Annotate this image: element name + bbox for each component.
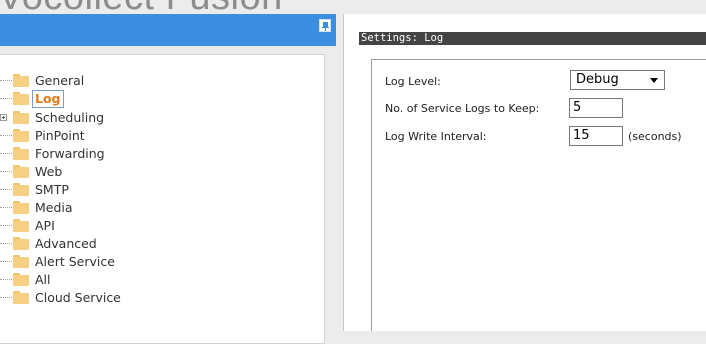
- pin-icon[interactable]: [319, 19, 331, 32]
- folder-icon: [13, 291, 29, 304]
- folder-icon: [13, 129, 29, 142]
- tree-item-smtp[interactable]: SMTP: [0, 181, 320, 199]
- folder-icon: [13, 92, 29, 105]
- folder-icon: [13, 273, 29, 286]
- settings-tree-pane: General Log Scheduling PinPoint Forwardi…: [0, 14, 336, 344]
- tree-item-label: Advanced: [35, 236, 97, 251]
- folder-icon: [13, 183, 29, 196]
- tree-item-all[interactable]: All: [0, 271, 320, 289]
- folder-icon: [13, 255, 29, 268]
- expand-plus-icon[interactable]: [0, 114, 7, 121]
- tree-item-alert-service[interactable]: Alert Service: [0, 253, 320, 271]
- folder-icon: [13, 74, 29, 87]
- tree-item-label: Cloud Service: [35, 290, 121, 305]
- settings-tree: General Log Scheduling PinPoint Forwardi…: [0, 54, 325, 344]
- settings-pane: Settings: Log Log Level: Debug No. of Se…: [343, 14, 706, 331]
- logs-to-keep-label: No. of Service Logs to Keep:: [385, 102, 540, 115]
- write-interval-unit: (seconds): [628, 130, 682, 143]
- tree-item-label: PinPoint: [35, 128, 85, 143]
- folder-icon: [13, 201, 29, 214]
- tree-item-label: All: [35, 272, 51, 287]
- folder-icon: [13, 237, 29, 250]
- folder-icon: [13, 165, 29, 178]
- tree-item-label: General: [35, 73, 85, 88]
- tree-item-web[interactable]: Web: [0, 163, 320, 181]
- log-level-select[interactable]: Debug: [570, 70, 665, 90]
- tree-item-label: Web: [35, 164, 63, 179]
- tree-item-label: Alert Service: [35, 254, 115, 269]
- tree-item-scheduling[interactable]: Scheduling: [0, 109, 320, 127]
- tree-item-log[interactable]: Log: [0, 90, 320, 108]
- write-interval-input[interactable]: 15: [569, 126, 623, 146]
- tree-item-label: Log: [32, 90, 64, 108]
- tree-item-cloud-service[interactable]: Cloud Service: [0, 289, 320, 307]
- settings-form: Log Level: Debug No. of Service Logs to …: [371, 59, 706, 331]
- tree-item-pinpoint[interactable]: PinPoint: [0, 127, 320, 145]
- tree-item-advanced[interactable]: Advanced: [0, 235, 320, 253]
- tree-item-label: SMTP: [35, 182, 69, 197]
- tree-item-media[interactable]: Media: [0, 199, 320, 217]
- tree-item-label: Scheduling: [35, 110, 105, 125]
- log-level-value: Debug: [576, 72, 619, 87]
- folder-icon: [13, 147, 29, 160]
- tree-item-label: Forwarding: [35, 146, 105, 161]
- folder-icon: [13, 111, 29, 124]
- tree-item-general[interactable]: General: [0, 72, 320, 90]
- tree-item-forwarding[interactable]: Forwarding: [0, 145, 320, 163]
- tree-item-api[interactable]: API: [0, 217, 320, 235]
- chevron-down-icon: [650, 78, 658, 83]
- tree-item-label: Media: [35, 200, 73, 215]
- logs-to-keep-input[interactable]: 5: [569, 98, 623, 118]
- folder-icon: [13, 219, 29, 232]
- write-interval-label: Log Write Interval:: [385, 130, 487, 143]
- tree-item-label: API: [35, 218, 55, 233]
- settings-title: Settings: Log: [359, 32, 706, 45]
- tree-pane-header: [0, 14, 336, 46]
- log-level-label: Log Level:: [385, 75, 441, 88]
